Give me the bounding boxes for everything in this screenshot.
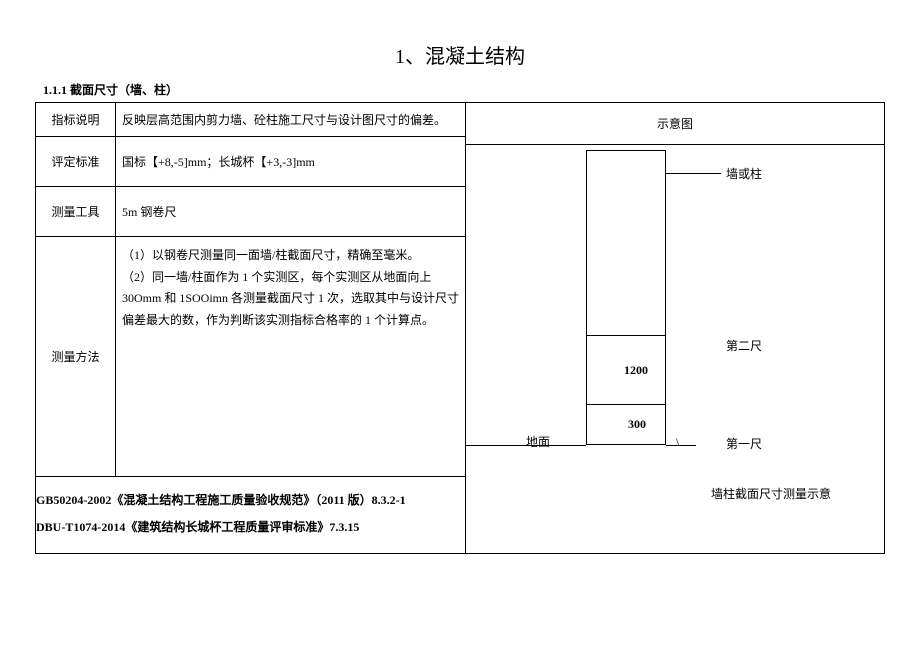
references-cell: GB50204-2002《混凝土结构工程施工质量验收规范》（2011 版）8.3… [36, 477, 466, 554]
diagram-header: 示意图 [466, 103, 884, 144]
main-table: 指标说明 反映层高范围内剪力墙、砼柱施工尺寸与设计图尺寸的偏差。 示意图 120… [35, 102, 885, 554]
label-wall: 墙或柱 [726, 165, 762, 182]
value-300: 300 [628, 417, 646, 432]
method-content: （1）以钢卷尺测量同一面墙/柱截面尺寸，精确至毫米。 （2）同一墙/柱面作为 1… [116, 237, 466, 477]
diagram-body: 1200 300 墙或柱 第二尺 第一尺 地面 \ 墙柱截面尺寸测量示意 [466, 145, 884, 525]
section-number: 1.1.1 截面尺寸（墙、柱） [43, 81, 885, 98]
criteria-content: 国标【+8,-5]mm；长城杯【+3,-3]mm [116, 137, 466, 187]
wall-shape-lower [586, 405, 666, 445]
label-ground: 地面 [526, 433, 550, 450]
label-second-ruler: 第二尺 [726, 337, 762, 354]
diagram-caption: 墙柱截面尺寸测量示意 [711, 485, 831, 502]
wall-shape-top [586, 150, 666, 335]
diagram-cell: 示意图 1200 300 墙或柱 第二尺 第一尺 地面 \ 墙柱截面尺寸测量示意 [466, 103, 885, 554]
slash-mark: \ [676, 435, 679, 450]
indicator-label: 指标说明 [36, 103, 116, 137]
label-first-ruler: 第一尺 [726, 435, 762, 452]
indicator-content: 反映层高范围内剪力墙、砼柱施工尺寸与设计图尺寸的偏差。 [116, 103, 466, 137]
criteria-label: 评定标准 [36, 137, 116, 187]
tool-label: 测量工具 [36, 187, 116, 237]
ground-line-ext [666, 445, 696, 446]
method-label: 测量方法 [36, 237, 116, 477]
connector-wall [666, 173, 721, 174]
value-1200: 1200 [624, 363, 648, 378]
reference-1: GB50204-2002《混凝土结构工程施工质量验收规范》（2011 版）8.3… [36, 491, 459, 508]
page-title: 1、混凝土结构 [35, 40, 885, 69]
reference-2: DBU-T1074-2014《建筑结构长城杯工程质量评审标准》7.3.15 [36, 518, 459, 535]
tool-content: 5m 钢卷尺 [116, 187, 466, 237]
